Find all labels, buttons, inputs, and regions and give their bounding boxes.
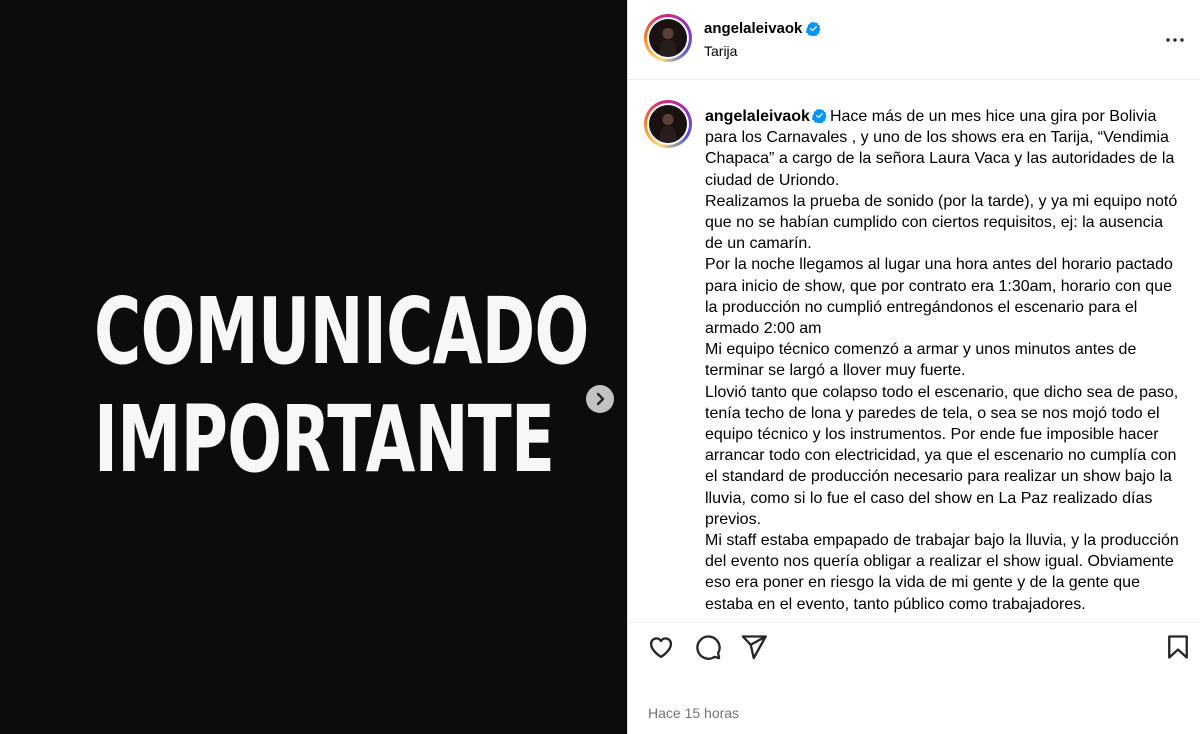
comment-icon[interactable] [694,633,722,661]
post-panel: angelaleivaok Tarija angelaleivaok Hace … [627,0,1200,734]
post-header: angelaleivaok Tarija [628,0,1200,80]
avatar[interactable] [644,14,692,62]
action-bar [628,622,1200,672]
header-user: angelaleivaok [704,20,822,37]
username-link[interactable]: angelaleivaok [704,20,802,37]
heart-icon[interactable] [647,633,675,661]
caption-paragraph: angelaleivaok Hace más de un mes hice un… [705,106,1185,191]
headline-line-1: COMUNICADO [94,278,589,385]
caption-paragraph: Mi equipo técnico comenzó a armar y unos… [705,341,1137,380]
caption-text: angelaleivaok Hace más de un mes hice un… [705,106,1185,615]
caption-paragraph: Mi staff estaba empapado de trabajar baj… [705,532,1179,613]
more-options-icon[interactable] [1163,28,1187,52]
verified-badge-icon [811,108,827,123]
caption-avatar[interactable] [644,100,692,148]
location-link[interactable]: Tarija [704,43,737,59]
media-headline: COMUNICADO IMPORTANTE [0,278,627,494]
post-timestamp[interactable]: Hace 15 horas [648,705,739,721]
caption-paragraph: Realizamos la prueba de sonido (por la t… [705,192,1178,253]
verified-badge-icon [806,21,822,36]
next-slide-button[interactable] [586,385,614,413]
share-icon[interactable] [740,633,768,661]
caption-area[interactable]: angelaleivaok Hace más de un mes hice un… [628,80,1200,622]
chevron-right-icon [596,392,605,406]
post-media: COMUNICADO IMPORTANTE [0,0,627,734]
caption-paragraph: Llovió tanto que colapso todo el escenar… [705,383,1179,528]
headline-line-2: IMPORTANTE [94,386,555,493]
caption-paragraph: Por la noche llegamos al lugar una hora … [705,256,1173,338]
caption-username[interactable]: angelaleivaok [705,108,810,125]
bookmark-icon[interactable] [1164,633,1192,661]
